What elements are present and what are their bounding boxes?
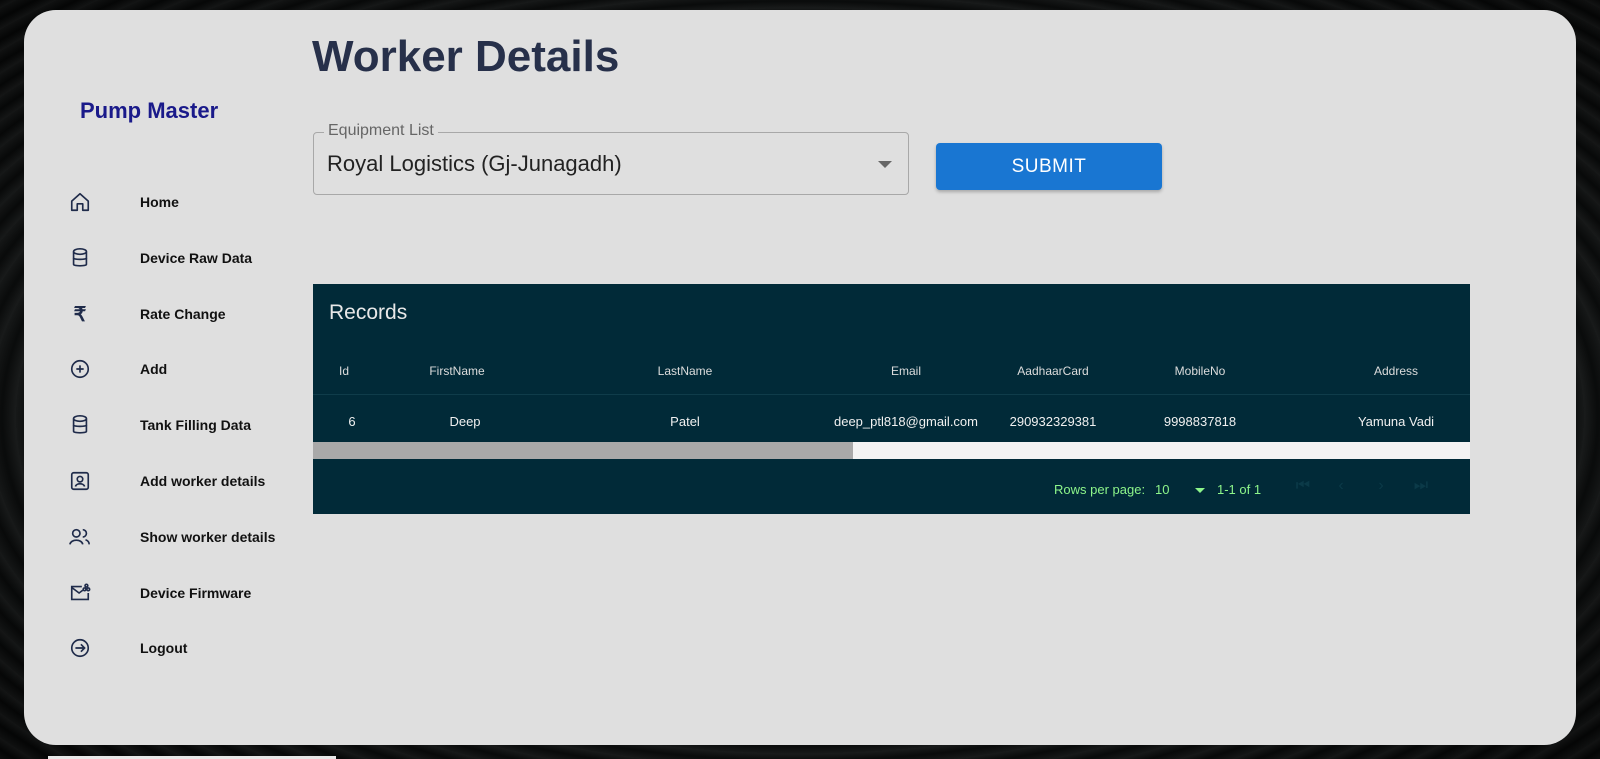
cell-address: Yamuna Vadi	[1357, 414, 1435, 429]
cell-email: deep_ptl818@gmail.com	[833, 414, 979, 429]
sidebar-item-home[interactable]: Home	[68, 182, 179, 222]
column-header-id[interactable]: Id	[339, 364, 349, 378]
sidebar-item-logout[interactable]: Logout	[68, 628, 187, 668]
sidebar-item-label: Show worker details	[140, 529, 276, 545]
sidebar-item-device-firmware[interactable]: Device Firmware	[68, 573, 251, 613]
table-title: Records	[329, 301, 408, 324]
last-page-icon[interactable]: ⏭	[1411, 476, 1431, 496]
sidebar-item-label: Device Firmware	[140, 585, 252, 601]
sidebar-item-tank-filling-data[interactable]: Tank Filling Data	[68, 405, 251, 445]
home-icon	[68, 190, 92, 214]
submit-button[interactable]: SUBMIT	[936, 143, 1162, 190]
sidebar-item-device-raw-data[interactable]: Device Raw Data	[68, 238, 252, 278]
sidebar-item-label: Add	[140, 361, 168, 377]
brand-title: Pump Master	[80, 98, 219, 123]
cell-lastname: Patel	[670, 414, 700, 429]
column-header-aadhaarcard[interactable]: AadhaarCard	[1017, 364, 1088, 378]
sidebar-item-label: Tank Filling Data	[140, 417, 251, 433]
cell-mobileno: 9998837818	[1163, 414, 1237, 429]
mail-share-icon	[68, 581, 92, 605]
database-icon	[68, 246, 92, 270]
column-header-address[interactable]: Address	[1374, 364, 1418, 378]
contact-card-icon	[68, 469, 92, 493]
column-header-email[interactable]: Email	[891, 364, 921, 378]
sidebar-item-label: Device Raw Data	[140, 250, 253, 266]
rupee-icon: ₹	[73, 303, 87, 326]
records-table: Records Id FirstName LastName Email Aadh…	[313, 284, 1470, 514]
cell-firstname: Deep	[449, 414, 481, 429]
sidebar-item-label: Logout	[140, 640, 188, 656]
pagination-range: 1-1 of 1	[1217, 482, 1262, 497]
equipment-select-label: Equipment List	[324, 122, 438, 140]
next-page-icon[interactable]: ›	[1371, 476, 1391, 496]
chevron-down-icon[interactable]	[878, 161, 892, 168]
sidebar-item-rate-change[interactable]: ₹ Rate Change	[68, 294, 226, 334]
add-circle-icon	[68, 357, 92, 381]
rows-per-page-select[interactable]: 10	[1155, 482, 1169, 497]
scrollbar-thumb[interactable]	[313, 442, 853, 459]
equipment-select-value: Royal Logistics (Gj-Junagadh)	[327, 151, 622, 176]
sidebar-item-label: Add worker details	[140, 473, 266, 489]
users-icon	[68, 525, 92, 549]
cell-id: 6	[348, 414, 356, 429]
chevron-down-icon[interactable]	[1195, 488, 1205, 493]
sidebar-item-label: Home	[140, 194, 179, 210]
database-icon	[68, 413, 92, 437]
sidebar-item-add-worker-details[interactable]: Add worker details	[68, 461, 265, 501]
column-header-lastname[interactable]: LastName	[658, 364, 713, 378]
app-card: Pump Master Home Device Raw Data ₹ Rate …	[24, 10, 1576, 745]
header-divider	[313, 394, 1470, 395]
equipment-select[interactable]: Equipment List Royal Logistics (Gj-Junag…	[313, 122, 909, 195]
first-page-icon[interactable]: ⏮	[1293, 476, 1313, 496]
column-header-mobileno[interactable]: MobileNo	[1175, 364, 1226, 378]
logout-icon	[68, 636, 92, 660]
sidebar-item-label: Rate Change	[140, 306, 226, 322]
sidebar-item-add[interactable]: Add	[68, 349, 167, 389]
page-title: Worker Details	[312, 32, 620, 81]
previous-page-icon[interactable]: ‹	[1331, 476, 1351, 496]
sidebar-item-show-worker-details[interactable]: Show worker details	[68, 517, 275, 557]
rows-per-page-label: Rows per page:	[1054, 482, 1146, 497]
column-header-firstname[interactable]: FirstName	[429, 364, 484, 378]
cell-aadhaarcard: 290932329381	[1009, 414, 1097, 429]
